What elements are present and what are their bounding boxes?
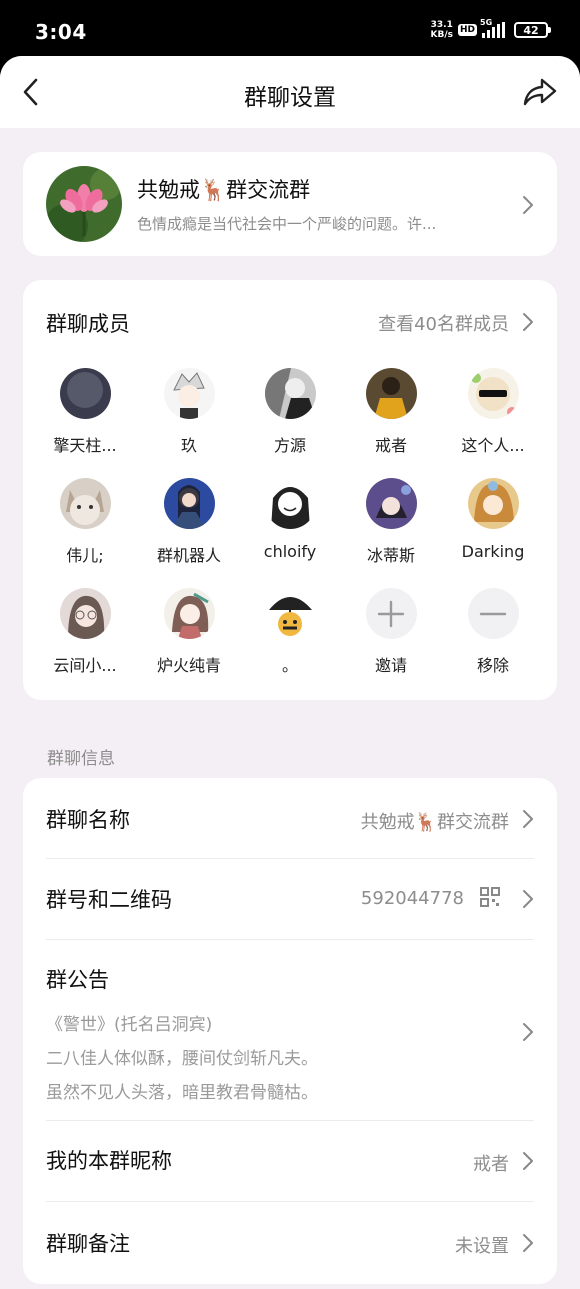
member-name: 方源	[273, 436, 306, 455]
group-notice-row[interactable]: 群公告 《警世》(托名吕洞宾) 二八佳人体似酥，腰间仗剑斩凡夫。 虽然不见人头落…	[46, 940, 534, 1120]
group-info-card: 群聊名称 共勉戒🦌群交流群 群号和二维码 592044778 群公告 《警世》(…	[23, 778, 557, 1284]
group-id-row[interactable]: 群号和二维码 592044778	[46, 859, 534, 939]
member-item[interactable]: 玖	[137, 368, 241, 456]
group-name-value: 共勉戒🦌群交流群	[360, 812, 509, 833]
signal-icon: 5G	[480, 18, 505, 38]
group-profile-card[interactable]: 共勉戒🦌群交流群 色情成瘾是当代社会中一个严峻的问题。许...	[23, 152, 557, 256]
member-avatar	[264, 478, 316, 529]
member-avatar	[264, 588, 316, 639]
members-card: 群聊成员 查看40名群成员 擎天柱... 玖 方源 戒者 这个人... 伟儿;	[23, 280, 557, 700]
nav-bar: 群聊设置	[0, 56, 580, 128]
my-nickname-row[interactable]: 我的本群昵称 戒者	[46, 1121, 534, 1201]
member-item[interactable]: 方源	[238, 368, 342, 456]
group-description: 色情成瘾是当代社会中一个严峻的问题。许...	[137, 215, 437, 233]
remove-label: 移除	[476, 656, 509, 675]
page-title: 群聊设置	[244, 85, 336, 111]
member-name: 。	[281, 656, 298, 675]
member-name: 伟儿;	[66, 546, 104, 565]
status-time: 3:04	[35, 20, 87, 44]
member-item[interactable]: 戒者	[339, 368, 443, 456]
chevron-right-icon	[523, 810, 533, 828]
member-avatar	[365, 368, 417, 419]
remark-value: 未设置	[455, 1236, 509, 1257]
member-avatar	[59, 478, 111, 529]
member-avatar	[59, 368, 111, 419]
group-id-value: 592044778	[360, 888, 464, 909]
member-name: 冰蒂斯	[366, 546, 415, 565]
notice-line: 虽然不见人头落，暗里教君骨髓枯。	[46, 1083, 318, 1103]
member-avatar	[467, 478, 519, 529]
member-item[interactable]: 这个人...	[441, 368, 545, 456]
member-item[interactable]: 擎天柱...	[33, 368, 137, 456]
notice-label: 群公告	[46, 968, 109, 992]
member-avatar	[264, 368, 316, 419]
network-type: 5G	[480, 18, 493, 27]
members-title: 群聊成员	[46, 312, 130, 336]
member-name: chloify	[263, 542, 317, 561]
section-label: 群聊信息	[47, 749, 115, 769]
member-item[interactable]: chloify	[238, 478, 342, 561]
share-icon	[523, 78, 557, 106]
share-button[interactable]	[522, 74, 558, 110]
chevron-right-icon[interactable]	[522, 312, 534, 332]
member-item[interactable]: 冰蒂斯	[339, 478, 443, 566]
group-id-label: 群号和二维码	[46, 888, 172, 912]
member-name: 群机器人	[156, 546, 221, 565]
screen: 群聊设置 共勉戒🦌群交流群 色情成瘾是当代社会中一个严峻的问题。许... 群聊成	[0, 56, 580, 1289]
member-avatar	[163, 368, 215, 419]
battery-level: 42	[523, 23, 539, 37]
add-icon	[365, 588, 417, 639]
member-item[interactable]: 炉火纯青	[137, 588, 241, 676]
group-avatar	[46, 166, 122, 242]
chevron-right-icon	[523, 1234, 533, 1252]
member-avatar	[467, 368, 519, 419]
chevron-right-icon	[523, 196, 533, 214]
member-item[interactable]: 。	[238, 588, 342, 676]
nickname-label: 我的本群昵称	[46, 1149, 172, 1173]
group-name: 共勉戒🦌群交流群	[137, 178, 311, 202]
member-item[interactable]: 伟儿;	[33, 478, 137, 566]
member-avatar	[163, 588, 215, 639]
member-name: 玖	[180, 436, 197, 455]
view-all-members-link[interactable]: 查看40名群成员	[378, 310, 509, 336]
member-name: Darking	[461, 542, 525, 561]
remark-label: 群聊备注	[46, 1232, 130, 1256]
network-speed-unit: KB/s	[430, 30, 453, 40]
status-indicators: 33.1 KB/s HD 5G 42	[431, 18, 551, 40]
member-name: 这个人...	[461, 436, 525, 455]
member-name: 云间小...	[53, 656, 117, 675]
member-avatar	[365, 478, 417, 529]
member-item[interactable]: 云间小...	[33, 588, 137, 676]
member-name: 戒者	[374, 436, 407, 455]
member-avatar	[163, 478, 215, 529]
status-bar: 3:04 33.1 KB/s HD 5G 42	[0, 0, 580, 62]
hd-icon: HD	[457, 24, 477, 36]
nickname-value: 戒者	[473, 1154, 509, 1175]
notice-line: 二八佳人体似酥，腰间仗剑斩凡夫。	[46, 1049, 318, 1069]
minus-icon	[467, 588, 519, 639]
member-item[interactable]: Darking	[441, 478, 545, 561]
member-name: 擎天柱...	[53, 436, 117, 455]
chevron-right-icon	[523, 1023, 533, 1041]
network-speed-value: 33.1	[430, 20, 453, 30]
chevron-right-icon	[523, 1152, 533, 1170]
member-name: 炉火纯青	[156, 656, 221, 675]
group-name-label: 群聊名称	[46, 808, 130, 832]
notice-line: 《警世》(托名吕洞宾)	[46, 1015, 213, 1035]
qr-code-icon	[480, 887, 500, 907]
group-remark-row[interactable]: 群聊备注 未设置	[46, 1202, 534, 1282]
group-name-row[interactable]: 群聊名称 共勉戒🦌群交流群	[46, 778, 534, 858]
network-speed: 33.1 KB/s	[431, 20, 453, 40]
invite-button[interactable]: 邀请	[339, 588, 443, 676]
chevron-right-icon	[523, 890, 533, 908]
member-item[interactable]: 群机器人	[137, 478, 241, 566]
invite-label: 邀请	[374, 656, 407, 675]
member-avatar	[59, 588, 111, 639]
battery-icon: 42	[514, 22, 551, 38]
remove-button[interactable]: 移除	[441, 588, 545, 676]
